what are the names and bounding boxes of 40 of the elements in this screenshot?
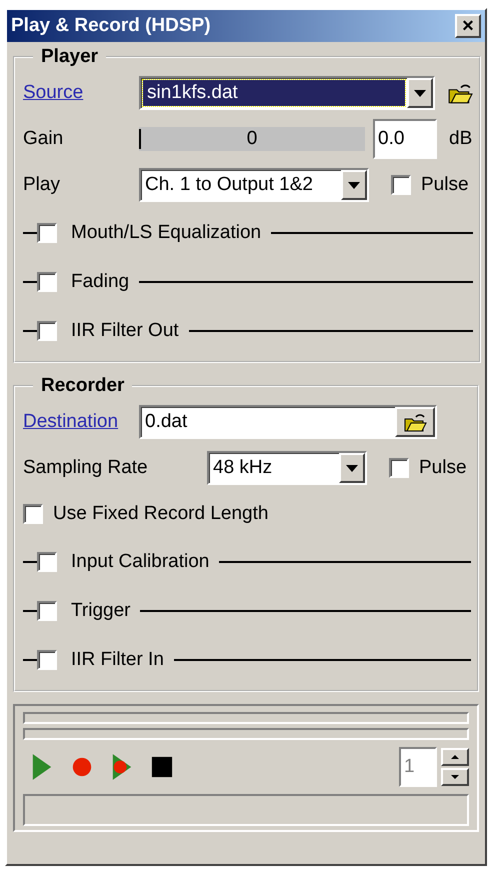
section-checkbox[interactable]	[37, 600, 57, 620]
play-label: Play	[23, 174, 61, 196]
destination-field[interactable]: 0.dat	[139, 405, 437, 439]
group-title: Recorder	[40, 375, 126, 397]
section-label: IIR Filter In	[71, 648, 164, 670]
gain-slider[interactable]: 0	[139, 127, 365, 151]
sampling-rate-dropdown[interactable]: 48 kHz	[207, 451, 367, 485]
play-dropdown[interactable]: Ch. 1 to Output 1&2	[139, 168, 369, 202]
count-field[interactable]: 1	[399, 747, 437, 787]
section-checkbox[interactable]	[37, 222, 57, 242]
destination-link[interactable]: Destination	[23, 411, 131, 433]
section-checkbox[interactable]	[37, 320, 57, 340]
section-label: Input Calibration	[71, 550, 210, 572]
browse-button[interactable]	[395, 407, 435, 437]
section-label: Trigger	[71, 600, 130, 622]
pulse-label: Pulse	[419, 457, 467, 479]
spin-down-button[interactable]	[441, 768, 469, 786]
sampling-rate-label: Sampling Rate	[23, 457, 149, 479]
section-checkbox[interactable]	[37, 552, 57, 572]
fixed-length-checkbox[interactable]	[23, 504, 43, 524]
pulse-checkbox[interactable]	[391, 175, 411, 195]
section-label: IIR Filter Out	[71, 320, 179, 342]
section-checkbox[interactable]	[37, 272, 57, 292]
fixed-length-label: Use Fixed Record Length	[53, 503, 268, 525]
group-title: Player	[40, 46, 100, 68]
source-link[interactable]: Source	[23, 82, 131, 104]
gain-label: Gain	[23, 128, 64, 150]
play-record-icon[interactable]	[111, 752, 133, 782]
section-label: Fading	[71, 270, 130, 292]
section-checkbox[interactable]	[37, 650, 57, 670]
source-dropdown[interactable]: sin1kfs.dat	[139, 76, 435, 110]
window-title: Play & Record (HDSP)	[11, 15, 211, 37]
section-label: Mouth/LS Equalization	[71, 222, 262, 244]
gain-field[interactable]: 0.0	[373, 119, 437, 159]
spin-up-button[interactable]	[441, 748, 469, 766]
pulse-checkbox[interactable]	[389, 458, 409, 478]
close-button[interactable]: ×	[455, 14, 481, 38]
pulse-label: Pulse	[421, 174, 469, 196]
play-icon[interactable]	[31, 752, 53, 782]
unit-label: dB	[449, 128, 472, 150]
